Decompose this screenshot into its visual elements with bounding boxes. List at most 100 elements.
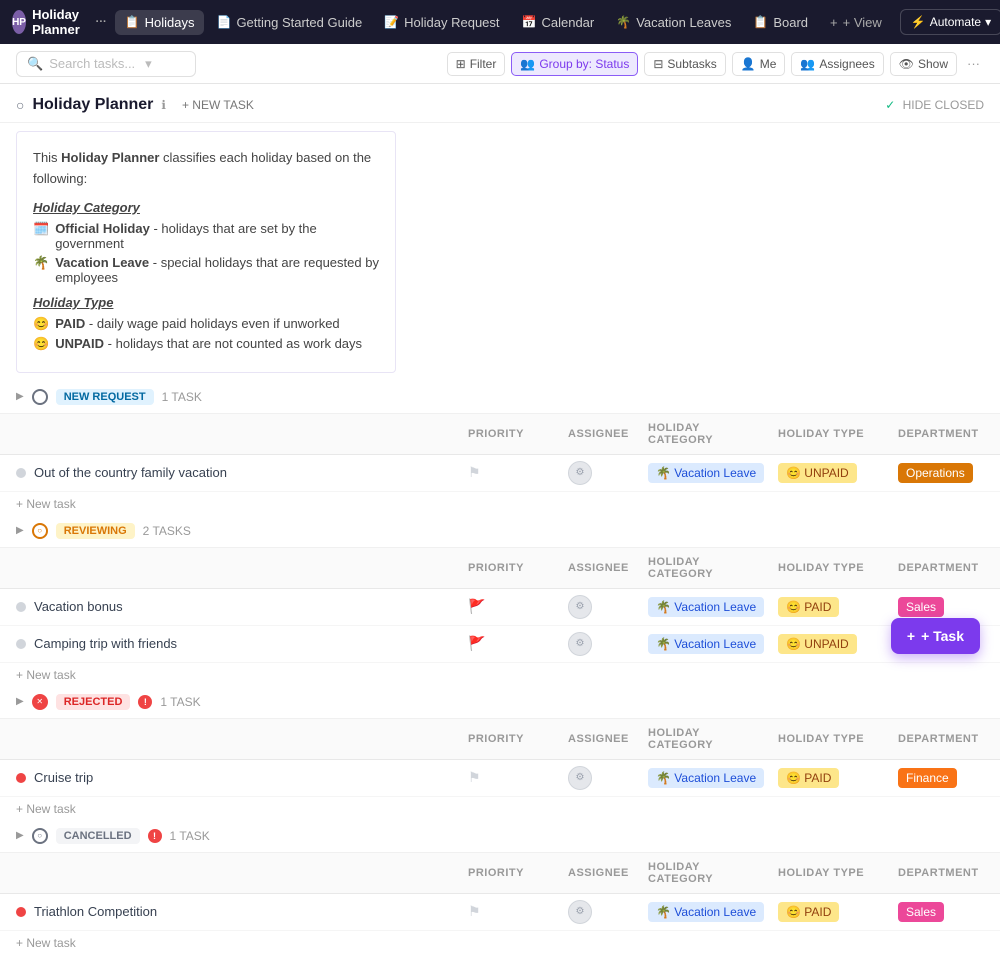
status-circle-cancelled: ○ bbox=[32, 828, 48, 844]
group-cancelled: ▶ ○ CANCELLED ! 1 TASK PRIORITY ASSIGNEE… bbox=[0, 820, 1000, 954]
col-priority: PRIORITY bbox=[460, 863, 560, 883]
col-holiday-category: HOLIDAY CATEGORY bbox=[640, 723, 770, 755]
automate-button[interactable]: ⚡ Automate ▾ bbox=[900, 9, 1000, 35]
plus-view-icon: + bbox=[830, 15, 838, 30]
group-toggle-icon[interactable]: ▶ bbox=[16, 525, 24, 536]
nav-tab-holidays[interactable]: 📋 Holidays bbox=[115, 10, 205, 35]
subtasks-label: Subtasks bbox=[667, 57, 716, 71]
task-row[interactable]: Triathlon Competition ⚑ ⚙ 🌴 Vacation Lea… bbox=[0, 894, 1000, 931]
filter-icon: ⊞ bbox=[456, 57, 466, 71]
task-row[interactable]: Cruise trip ⚑ ⚙ 🌴 Vacation Leave 😊 PAID … bbox=[0, 760, 1000, 797]
info-icon[interactable]: ℹ bbox=[161, 98, 166, 112]
task-row[interactable]: Vacation bonus 🚩 ⚙ 🌴 Vacation Leave 😊 PA… bbox=[0, 589, 1000, 626]
warn-icon: ! bbox=[148, 829, 162, 843]
add-task-link[interactable]: + New task bbox=[16, 497, 76, 511]
view-label: + View bbox=[843, 15, 882, 30]
nav-actions: ⚡ Automate ▾ ↗ Share bbox=[900, 9, 1000, 35]
nav-tab-getting-started[interactable]: 📄 Getting Started Guide bbox=[206, 10, 372, 35]
vacation-leave-icon: 🌴 bbox=[33, 255, 49, 271]
category-tag: 🌴 Vacation Leave bbox=[648, 597, 764, 617]
hide-closed-button[interactable]: ✓ HIDE CLOSED bbox=[885, 98, 984, 112]
cancelled-count: 1 TASK bbox=[170, 829, 210, 843]
priority-cell: 🚩 bbox=[460, 631, 560, 656]
nav-tab-vacation-label: Vacation Leaves bbox=[636, 15, 731, 30]
nav-tab-board[interactable]: 📋 Board bbox=[743, 10, 818, 35]
col-holiday-type: HOLIDAY TYPE bbox=[770, 424, 890, 444]
filter-label: Filter bbox=[470, 57, 497, 71]
task-dot bbox=[16, 773, 26, 783]
group-new-request-header[interactable]: ▶ NEW REQUEST 1 TASK bbox=[0, 381, 1000, 414]
dept-tag: Operations bbox=[898, 463, 973, 483]
getting-started-icon: 📄 bbox=[216, 15, 231, 29]
new-task-button[interactable]: + NEW TASK bbox=[182, 98, 254, 112]
app-menu-dots[interactable]: ··· bbox=[96, 16, 107, 28]
nav-tab-view[interactable]: + + View bbox=[820, 10, 892, 35]
add-task-fab[interactable]: + + Task bbox=[891, 618, 980, 654]
holiday-category-cell: 🌴 Vacation Leave bbox=[640, 764, 770, 792]
show-label: Show bbox=[918, 57, 948, 71]
planner-header: ○ Holiday Planner ℹ + NEW TASK ✓ HIDE CL… bbox=[0, 84, 1000, 123]
col-headers-rejected: PRIORITY ASSIGNEE HOLIDAY CATEGORY HOLID… bbox=[0, 719, 1000, 760]
col-holiday-type: HOLIDAY TYPE bbox=[770, 729, 890, 749]
group-cancelled-header[interactable]: ▶ ○ CANCELLED ! 1 TASK bbox=[0, 820, 1000, 853]
vacation-icon: 🌴 bbox=[616, 15, 631, 29]
new-request-count: 1 TASK bbox=[162, 390, 202, 404]
automate-label: Automate bbox=[930, 15, 981, 29]
task-name-cell: Camping trip with friends bbox=[0, 632, 460, 655]
automate-icon: ⚡ bbox=[911, 15, 926, 29]
add-task-link[interactable]: + New task bbox=[16, 802, 76, 816]
col-assignee: ASSIGNEE bbox=[560, 729, 640, 749]
nav-tab-calendar[interactable]: 📅 Calendar bbox=[512, 10, 605, 35]
col-assignee: ASSIGNEE bbox=[560, 424, 640, 444]
avatar: ⚙ bbox=[568, 461, 592, 485]
nav-tab-holidays-label: Holidays bbox=[145, 15, 195, 30]
group-rejected-header[interactable]: ▶ ✕ REJECTED ! 1 TASK bbox=[0, 686, 1000, 719]
task-name-cell: Cruise trip bbox=[0, 766, 460, 789]
assignee-cell: ⚙ bbox=[560, 457, 640, 489]
group-by-button[interactable]: 👥 Group by: Status bbox=[511, 52, 638, 76]
type-tag: 😊 UNPAID bbox=[778, 634, 857, 654]
search-box[interactable]: 🔍 Search tasks... ▾ bbox=[16, 51, 196, 77]
assignees-icon: 👥 bbox=[800, 57, 815, 71]
add-task-link[interactable]: + New task bbox=[16, 668, 76, 682]
add-task-link[interactable]: + New task bbox=[16, 936, 76, 950]
show-button[interactable]: 👁 Show bbox=[890, 52, 957, 76]
holiday-type-cell: 😊 UNPAID bbox=[770, 630, 890, 658]
task-dot bbox=[16, 639, 26, 649]
nav-tab-holiday-request[interactable]: 📝 Holiday Request bbox=[374, 10, 509, 35]
category-vacation: 🌴 Vacation Leave - special holidays that… bbox=[33, 255, 379, 285]
me-button[interactable]: 👤 Me bbox=[732, 52, 786, 76]
task-row[interactable]: Out of the country family vacation ⚑ ⚙ 🌴… bbox=[0, 455, 1000, 492]
task-row[interactable]: Camping trip with friends 🚩 ⚙ 🌴 Vacation… bbox=[0, 626, 1000, 663]
subtasks-icon: ⊟ bbox=[653, 57, 663, 71]
category-official: 🗓️ Official Holiday - holidays that are … bbox=[33, 221, 379, 251]
show-icon: 👁 bbox=[899, 57, 914, 71]
group-reviewing-header[interactable]: ▶ ○ REVIEWING 2 TASKS bbox=[0, 515, 1000, 548]
group-toggle-icon[interactable]: ▶ bbox=[16, 830, 24, 841]
group-rejected: ▶ ✕ REJECTED ! 1 TASK PRIORITY ASSIGNEE … bbox=[0, 686, 1000, 820]
nav-tab-vacation-leaves[interactable]: 🌴 Vacation Leaves bbox=[606, 10, 741, 35]
toolbar-actions: ⊞ Filter 👥 Group by: Status ⊟ Subtasks 👤… bbox=[447, 52, 984, 76]
subtasks-button[interactable]: ⊟ Subtasks bbox=[644, 52, 725, 76]
board-icon: 📋 bbox=[753, 15, 768, 29]
nav-tab-holiday-request-label: Holiday Request bbox=[404, 15, 499, 30]
col-assignee: ASSIGNEE bbox=[560, 863, 640, 883]
collapse-icon[interactable]: ○ bbox=[16, 97, 24, 113]
task-dot bbox=[16, 468, 26, 478]
toolbar-more-dots[interactable]: ··· bbox=[963, 52, 984, 75]
col-holiday-category: HOLIDAY CATEGORY bbox=[640, 552, 770, 584]
automate-chevron-icon: ▾ bbox=[985, 15, 991, 29]
group-toggle-icon[interactable]: ▶ bbox=[16, 696, 24, 707]
holidays-icon: 📋 bbox=[125, 15, 140, 29]
app-name: Holiday Planner bbox=[32, 7, 90, 37]
department-cell: Finance bbox=[890, 764, 1000, 792]
holiday-type-cell: 😊 PAID bbox=[770, 898, 890, 926]
assignees-button[interactable]: 👥 Assignees bbox=[791, 52, 883, 76]
reviewing-count: 2 TASKS bbox=[143, 524, 191, 538]
new-task-row: + New task bbox=[0, 492, 1000, 515]
col-department: DEPARTMENT bbox=[890, 729, 1000, 749]
group-toggle-icon[interactable]: ▶ bbox=[16, 391, 24, 402]
filter-button[interactable]: ⊞ Filter bbox=[447, 52, 506, 76]
col-task-name bbox=[0, 869, 460, 877]
holiday-category-cell: 🌴 Vacation Leave bbox=[640, 459, 770, 487]
